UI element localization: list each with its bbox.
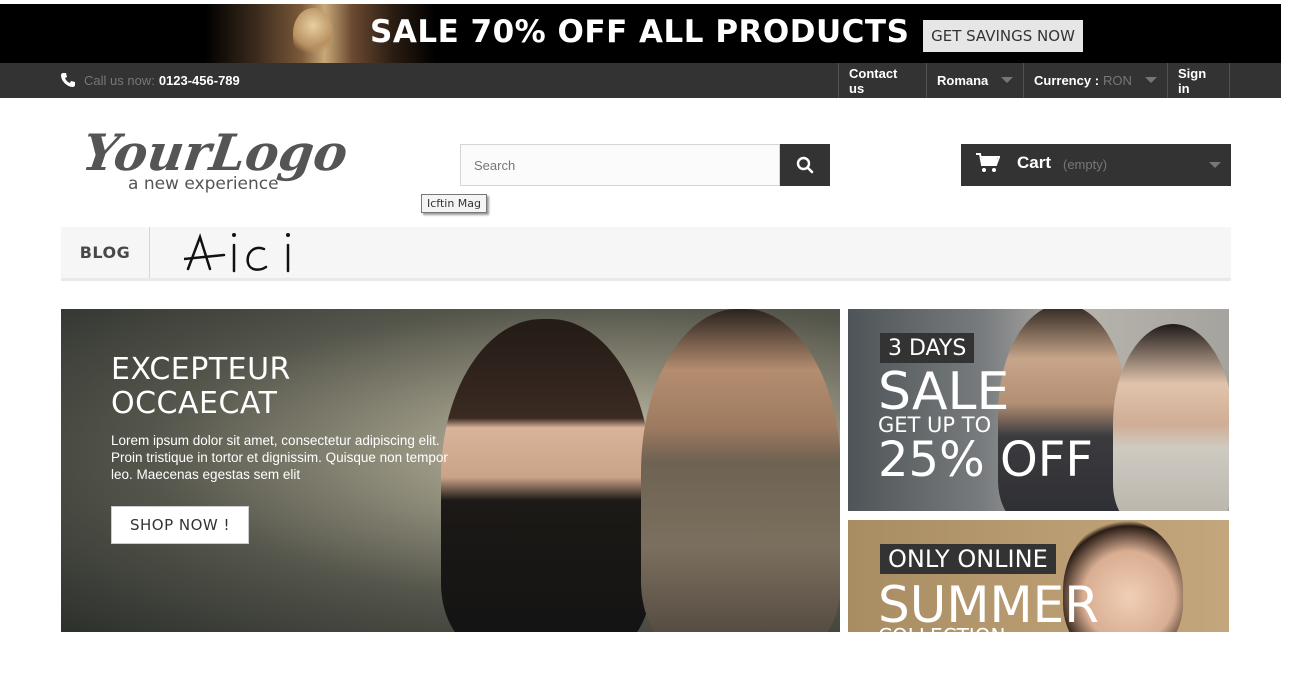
- contact-us-link[interactable]: Contact us: [838, 63, 926, 98]
- contact-us-label: Contact us: [849, 65, 898, 96]
- hero-title-line1: EXCEPTEUR: [111, 352, 291, 387]
- cart-button[interactable]: Cart (empty): [961, 144, 1231, 186]
- logo-tagline: a new experience: [128, 174, 279, 194]
- chevron-down-icon: [1209, 162, 1221, 168]
- phone-icon: [61, 73, 75, 87]
- sign-in-label: Sign in: [1178, 65, 1207, 96]
- promo-title: SALE 70% OFF ALL PRODUCTS: [370, 14, 910, 50]
- cart-icon: [976, 153, 1000, 172]
- banner-woman-image: [1113, 324, 1229, 511]
- hero-title: EXCEPTEUR OCCAECAT: [111, 353, 291, 421]
- cart-status: (empty): [1063, 157, 1108, 172]
- search-input[interactable]: [460, 144, 780, 186]
- promo-banner[interactable]: SALE 70% OFF ALL PRODUCTS GET SAVINGS NO…: [0, 4, 1281, 63]
- site-logo[interactable]: YourLogo a new experience: [86, 118, 376, 198]
- cart-label: Cart: [1017, 153, 1052, 172]
- chevron-down-icon: [1145, 77, 1157, 83]
- top-nav-bar: Call us now: 0123-456-789 Contact us Rom…: [0, 63, 1281, 98]
- banner-tag: 3 DAYS: [880, 333, 975, 363]
- side-banner-summer[interactable]: ONLY ONLINE SUMMER COLLECTION: [848, 520, 1229, 632]
- sign-in-link[interactable]: Sign in: [1167, 63, 1230, 98]
- hero-title-line2: OCCAECAT: [111, 386, 278, 421]
- currency-selector[interactable]: Currency : RON: [1023, 63, 1167, 98]
- search-bar: [460, 144, 830, 186]
- banner-discount: 25% OFF: [878, 432, 1093, 488]
- phone-info: Call us now: 0123-456-789: [60, 72, 240, 88]
- chevron-down-icon: [1001, 77, 1013, 83]
- get-savings-button[interactable]: GET SAVINGS NOW: [923, 20, 1083, 52]
- shop-now-button[interactable]: SHOP NOW !: [111, 506, 249, 544]
- currency-label: Currency :: [1034, 73, 1100, 88]
- handwritten-annotation: [184, 233, 290, 273]
- tooltip: Icftin Mag: [421, 194, 488, 213]
- menu-item-blog[interactable]: BLOG: [61, 227, 150, 278]
- search-button[interactable]: [780, 144, 830, 186]
- banner-subheading: COLLECTION: [878, 624, 1005, 632]
- currency-value: RON: [1103, 73, 1132, 88]
- phone-label: Call us now:: [84, 72, 155, 88]
- hero-man-image: [641, 309, 840, 632]
- banner-tag: ONLY ONLINE: [880, 544, 1056, 574]
- hero-description: Lorem ipsum dolor sit amet, consectetur …: [111, 433, 448, 482]
- hero-woman-image: [441, 319, 651, 632]
- side-banner-sale[interactable]: 3 DAYS SALE GET UP TO 25% OFF: [848, 309, 1229, 511]
- phone-number: 0123-456-789: [158, 72, 240, 88]
- language-label: Romana: [937, 73, 989, 88]
- hero-slider[interactable]: EXCEPTEUR OCCAECAT Lorem ipsum dolor sit…: [61, 309, 840, 632]
- language-selector[interactable]: Romana: [926, 63, 1023, 98]
- search-icon: [796, 156, 814, 174]
